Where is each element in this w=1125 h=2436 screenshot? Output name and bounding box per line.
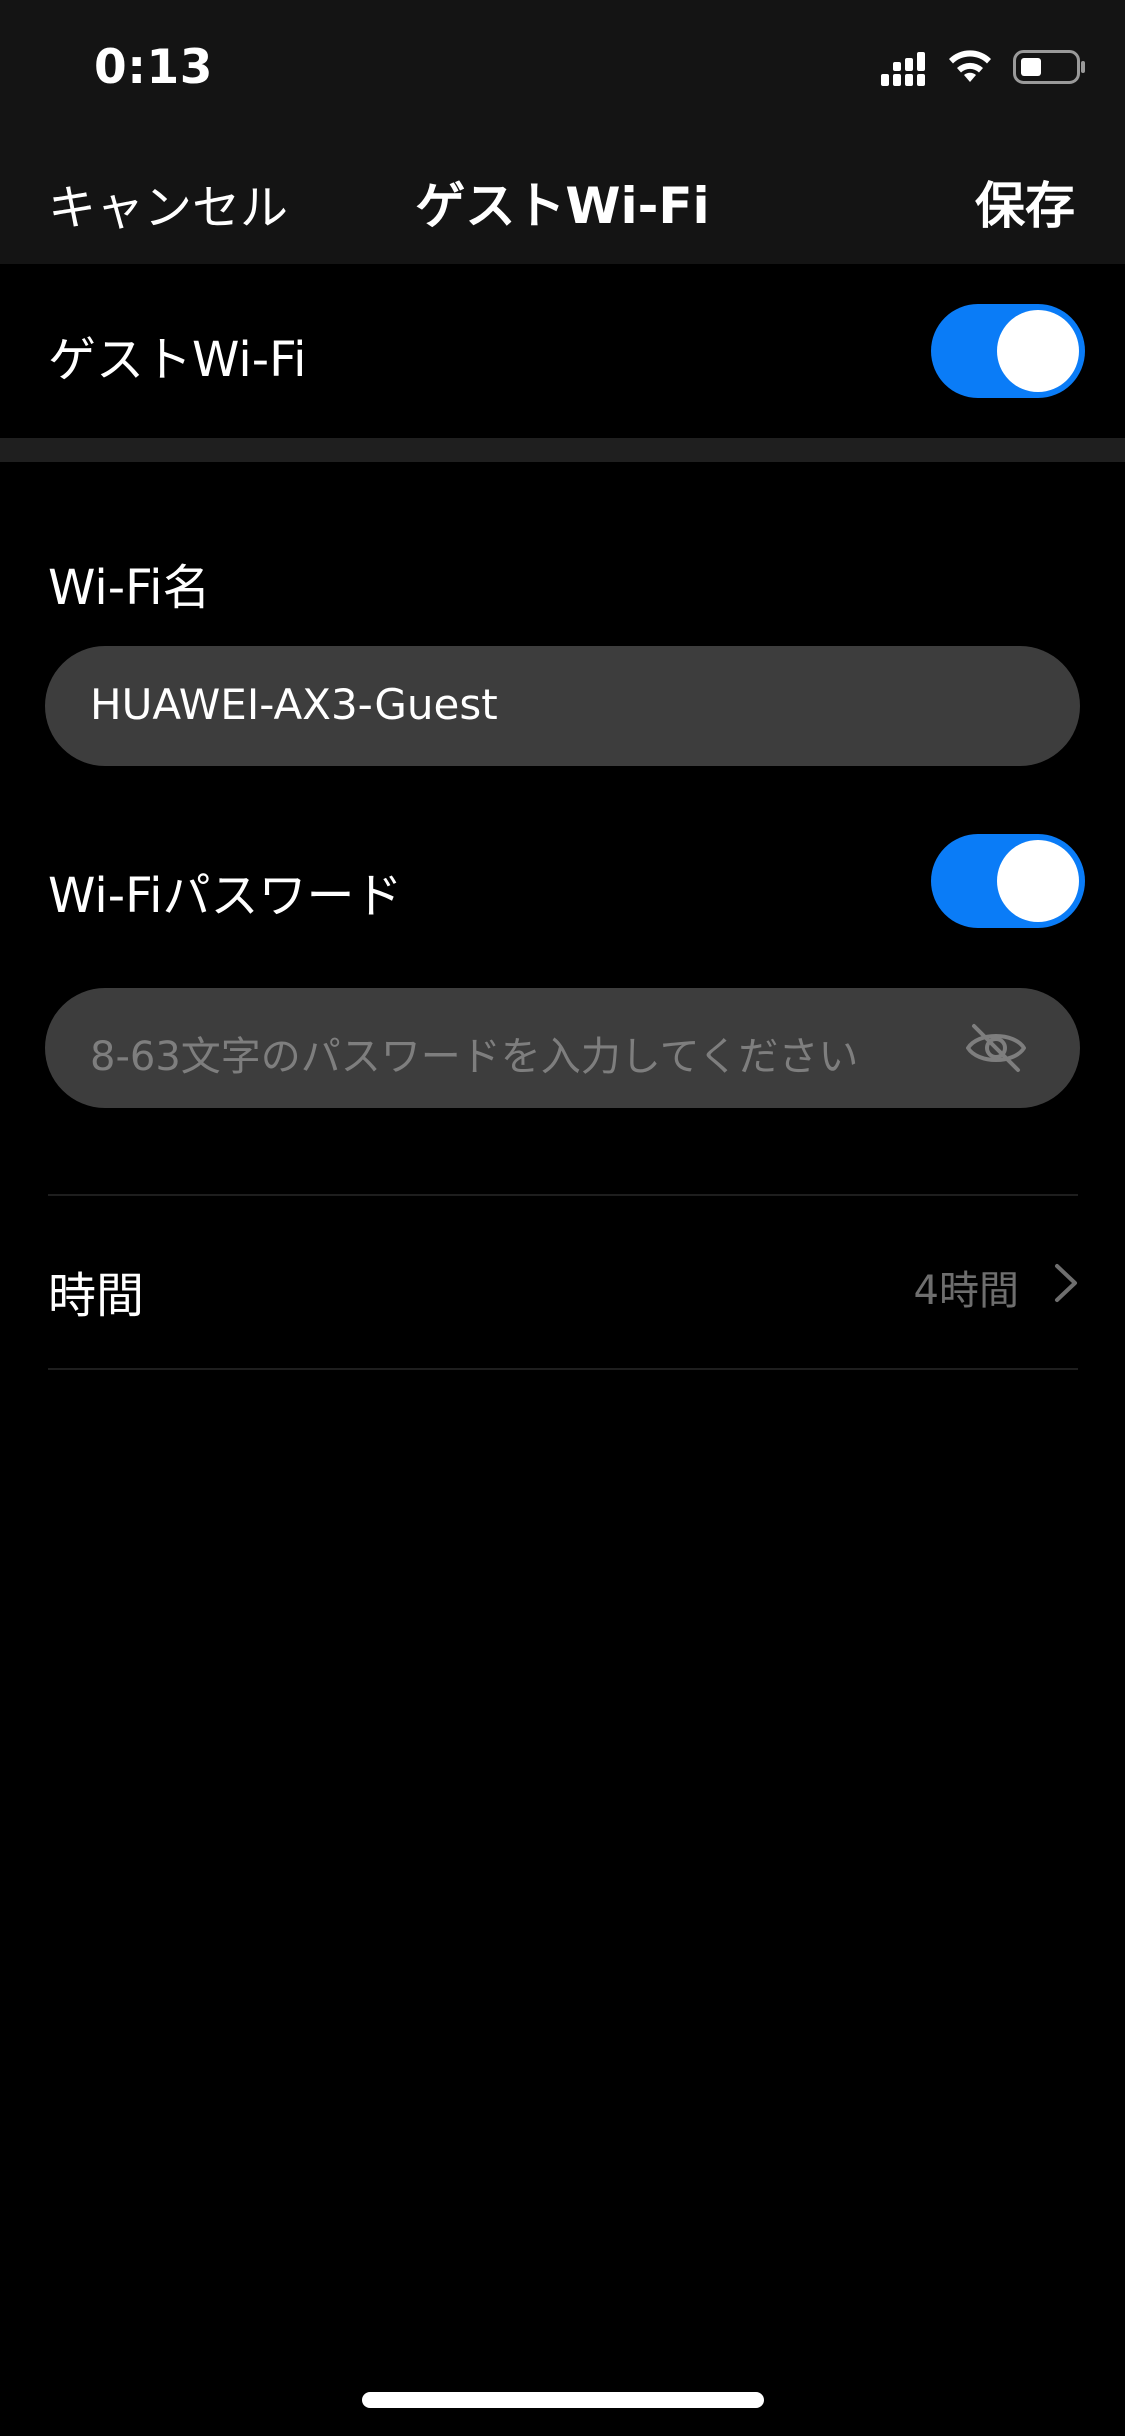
wifi-password-placeholder[interactable]: 8-63文字のパスワードを入力してください [90,1024,858,1082]
guest-wifi-row: ゲストWi-Fi [0,264,1125,438]
guest-wifi-toggle[interactable] [931,304,1085,398]
battery-icon [1013,50,1085,84]
wifi-name-value[interactable]: HUAWEI-AX3-Guest [90,680,498,729]
wifi-password-field[interactable]: 8-63文字のパスワードを入力してください [45,988,1080,1108]
signal-icon [881,52,925,86]
page-title: ゲストWi-Fi [415,177,710,235]
toggle-knob [997,840,1079,922]
section-divider [0,438,1125,462]
duration-label[interactable]: 時間 [48,1256,144,1326]
status-time: 0:13 [94,40,213,95]
duration-value[interactable]: 4時間 [914,1258,1019,1316]
chevron-right-icon[interactable] [1051,1262,1081,1304]
wifi-name-label: Wi-Fi名 [48,560,211,616]
status-bar: 0:13 [0,0,1125,132]
divider [48,1194,1078,1196]
wifi-password-label: Wi-Fiパスワード [48,868,403,924]
wifi-password-toggle[interactable] [931,834,1085,928]
save-button[interactable]: 保存 [975,166,1075,238]
nav-bar: キャンセル ゲストWi-Fi 保存 [0,132,1125,264]
toggle-knob [997,310,1079,392]
wifi-name-field[interactable]: HUAWEI-AX3-Guest [45,646,1080,766]
screen: 0:13 キャンセル ゲストWi-Fi 保存 ゲストWi-Fi Wi-Fi名 H… [0,0,1125,2436]
eye-off-icon[interactable] [964,1020,1028,1076]
wifi-icon [949,50,991,82]
home-indicator[interactable] [362,2392,764,2408]
divider [48,1368,1078,1370]
guest-wifi-label: ゲストWi-Fi [48,332,307,388]
